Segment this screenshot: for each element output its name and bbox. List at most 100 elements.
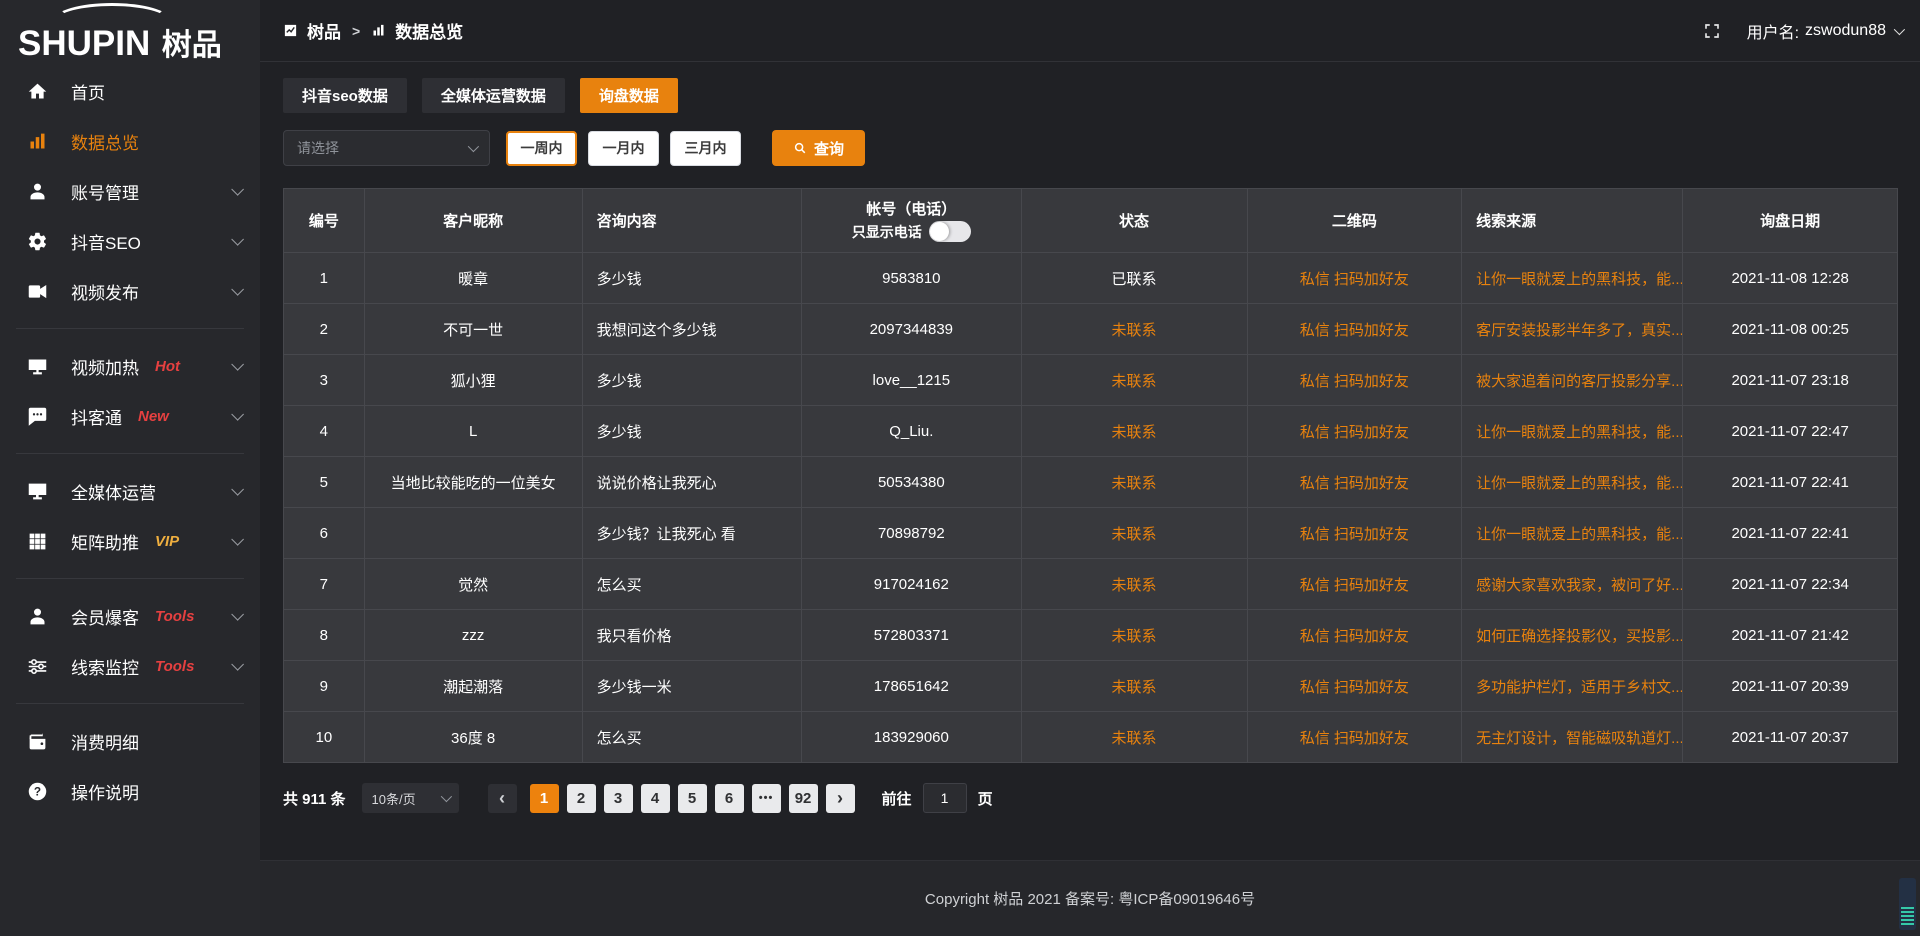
- cell-qrcode[interactable]: 私信 扫码加好友: [1247, 559, 1462, 610]
- user-menu[interactable]: 用户名: zswodun88: [1747, 19, 1902, 43]
- cell-qrcode[interactable]: 私信 扫码加好友: [1247, 661, 1462, 712]
- cell-account: 572803371: [802, 610, 1022, 661]
- cell-date: 2021-11-07 20:39: [1683, 661, 1898, 712]
- cell-date: 2021-11-08 00:25: [1683, 304, 1898, 355]
- tab-media-operation-data[interactable]: 全媒体运营数据: [422, 78, 565, 113]
- sidebar-item-video-publish[interactable]: 视频发布: [0, 266, 260, 316]
- cell-status: 未联系: [1021, 661, 1247, 712]
- sidebar-item-matrix-boost[interactable]: 矩阵助推VIP: [0, 516, 260, 566]
- cell-source[interactable]: 让你一眼就爱上的黑科技，能...: [1462, 457, 1683, 508]
- cell-status: 未联系: [1021, 712, 1247, 763]
- cell-source[interactable]: 客厅安装投影半年多了，真实...: [1462, 304, 1683, 355]
- page-button-3[interactable]: 3: [604, 784, 633, 813]
- filter-select[interactable]: 请选择: [283, 130, 490, 166]
- period-button-month[interactable]: 一月内: [588, 131, 659, 166]
- more-pages-button[interactable]: •••: [752, 784, 781, 813]
- cell-source[interactable]: 如何正确选择投影仪，买投影...: [1462, 610, 1683, 661]
- cell-source[interactable]: 无主灯设计，智能磁吸轨道灯...: [1462, 712, 1683, 763]
- sidebar-item-home[interactable]: 首页: [0, 66, 260, 116]
- page-button-6[interactable]: 6: [715, 784, 744, 813]
- goto-label: 前往: [882, 788, 912, 809]
- fullscreen-icon[interactable]: [1703, 22, 1721, 40]
- user-label: 用户名:: [1747, 19, 1799, 43]
- topbar: 树品 > 数据总览 用户名: zswodun88: [260, 0, 1920, 62]
- username: zswodun88: [1805, 22, 1886, 40]
- cell-qrcode[interactable]: 私信 扫码加好友: [1247, 253, 1462, 304]
- table-row: 6多少钱？让我死心 看70898792未联系私信 扫码加好友让你一眼就爱上的黑科…: [284, 508, 1898, 559]
- cell-status: 未联系: [1021, 508, 1247, 559]
- table-body: 1暖章多少钱9583810已联系私信 扫码加好友让你一眼就爱上的黑科技，能...…: [284, 253, 1898, 763]
- cell-source[interactable]: 让你一眼就爱上的黑科技，能...: [1462, 508, 1683, 559]
- display-icon: [27, 481, 48, 502]
- cell-date: 2021-11-07 22:41: [1683, 457, 1898, 508]
- table-row: 3狐小狸多少钱love__1215未联系私信 扫码加好友被大家追着问的客厅投影分…: [284, 355, 1898, 406]
- user-icon: [27, 181, 48, 202]
- sidebar-item-member-baoke[interactable]: 会员爆客Tools: [0, 591, 260, 641]
- search-button-label: 查询: [814, 138, 844, 159]
- table-row: 8zzz我只看价格572803371未联系私信 扫码加好友如何正确选择投影仪，买…: [284, 610, 1898, 661]
- sidebar-item-data-overview[interactable]: 数据总览: [0, 116, 260, 166]
- cell-id: 8: [284, 610, 365, 661]
- sidebar-item-lead-monitor[interactable]: 线索监控Tools: [0, 641, 260, 691]
- filter-bar: 请选择 一周内一月内三月内 查询: [283, 130, 1898, 166]
- page-button-4[interactable]: 4: [641, 784, 670, 813]
- cell-status: 未联系: [1021, 406, 1247, 457]
- sidebar-item-account-management[interactable]: 账号管理: [0, 166, 260, 216]
- page-button-2[interactable]: 2: [567, 784, 596, 813]
- chevron-down-icon: [231, 408, 244, 421]
- chevron-down-icon: [231, 533, 244, 546]
- sidebar-item-label: 数据总览: [71, 129, 139, 154]
- cell-id: 5: [284, 457, 365, 508]
- goto-page-input[interactable]: [923, 783, 967, 813]
- cell-qrcode[interactable]: 私信 扫码加好友: [1247, 406, 1462, 457]
- phone-only-toggle[interactable]: [929, 221, 971, 242]
- cell-qrcode[interactable]: 私信 扫码加好友: [1247, 508, 1462, 559]
- breadcrumb-root[interactable]: 树品: [307, 18, 341, 43]
- sidebar-item-operation-guide[interactable]: ?操作说明: [0, 766, 260, 816]
- cell-nickname: L: [364, 406, 582, 457]
- page-button-5[interactable]: 5: [678, 784, 707, 813]
- cell-qrcode[interactable]: 私信 扫码加好友: [1247, 712, 1462, 763]
- page-size-select[interactable]: 10条/页: [362, 783, 459, 813]
- cell-account: 2097344839: [802, 304, 1022, 355]
- cell-date: 2021-11-07 20:37: [1683, 712, 1898, 763]
- chevron-down-icon: [231, 358, 244, 371]
- cell-qrcode[interactable]: 私信 扫码加好友: [1247, 457, 1462, 508]
- chevron-down-icon: [231, 608, 244, 621]
- cell-nickname: 狐小狸: [364, 355, 582, 406]
- cell-source[interactable]: 让你一眼就爱上的黑科技，能...: [1462, 406, 1683, 457]
- sidebar-item-label: 视频发布: [71, 279, 139, 304]
- page-button-92[interactable]: 92: [789, 784, 818, 813]
- period-button-week[interactable]: 一周内: [506, 131, 577, 166]
- prev-page-button[interactable]: ‹: [488, 784, 517, 813]
- sidebar-item-label: 视频加热: [71, 354, 139, 379]
- brand-logo[interactable]: SHUPIN 树品: [0, 0, 260, 62]
- cell-source[interactable]: 多功能护栏灯，适用于乡村文...: [1462, 661, 1683, 712]
- total-count: 共 911 条: [283, 788, 346, 809]
- sidebar-item-label: 抖客通: [71, 404, 122, 429]
- table-header-row: 编号 客户昵称 咨询内容 帐号（电话） 只显示电话 状态 二维码 线索来源: [284, 189, 1898, 253]
- brand-logo-text-cn: 树品: [162, 29, 222, 62]
- next-page-button[interactable]: ›: [826, 784, 855, 813]
- chevron-down-icon: [231, 483, 244, 496]
- search-button[interactable]: 查询: [772, 130, 865, 166]
- cell-status: 已联系: [1021, 253, 1247, 304]
- sidebar-item-douketong[interactable]: 抖客通New: [0, 391, 260, 441]
- sidebar-item-douyin-seo[interactable]: 抖音SEO: [0, 216, 260, 266]
- cell-qrcode[interactable]: 私信 扫码加好友: [1247, 610, 1462, 661]
- page-button-1[interactable]: 1: [530, 784, 559, 813]
- sidebar-item-media-operation[interactable]: 全媒体运营: [0, 466, 260, 516]
- sidebar-item-consumption-detail[interactable]: 消费明细: [0, 716, 260, 766]
- filter-select-placeholder: 请选择: [297, 138, 339, 158]
- period-button-quarter[interactable]: 三月内: [670, 131, 741, 166]
- cell-source[interactable]: 让你一眼就爱上的黑科技，能...: [1462, 253, 1683, 304]
- tab-inquiry-data[interactable]: 询盘数据: [580, 78, 678, 113]
- cell-source[interactable]: 感谢大家喜欢我家，被问了好...: [1462, 559, 1683, 610]
- sidebar-item-video-heat[interactable]: 视频加热Hot: [0, 341, 260, 391]
- cell-qrcode[interactable]: 私信 扫码加好友: [1247, 355, 1462, 406]
- cell-source[interactable]: 被大家追着问的客厅投影分享...: [1462, 355, 1683, 406]
- cell-qrcode[interactable]: 私信 扫码加好友: [1247, 304, 1462, 355]
- tab-douyin-seo-data[interactable]: 抖音seo数据: [283, 78, 407, 113]
- corner-widget[interactable]: [1899, 878, 1916, 930]
- chevron-down-icon: [231, 658, 244, 671]
